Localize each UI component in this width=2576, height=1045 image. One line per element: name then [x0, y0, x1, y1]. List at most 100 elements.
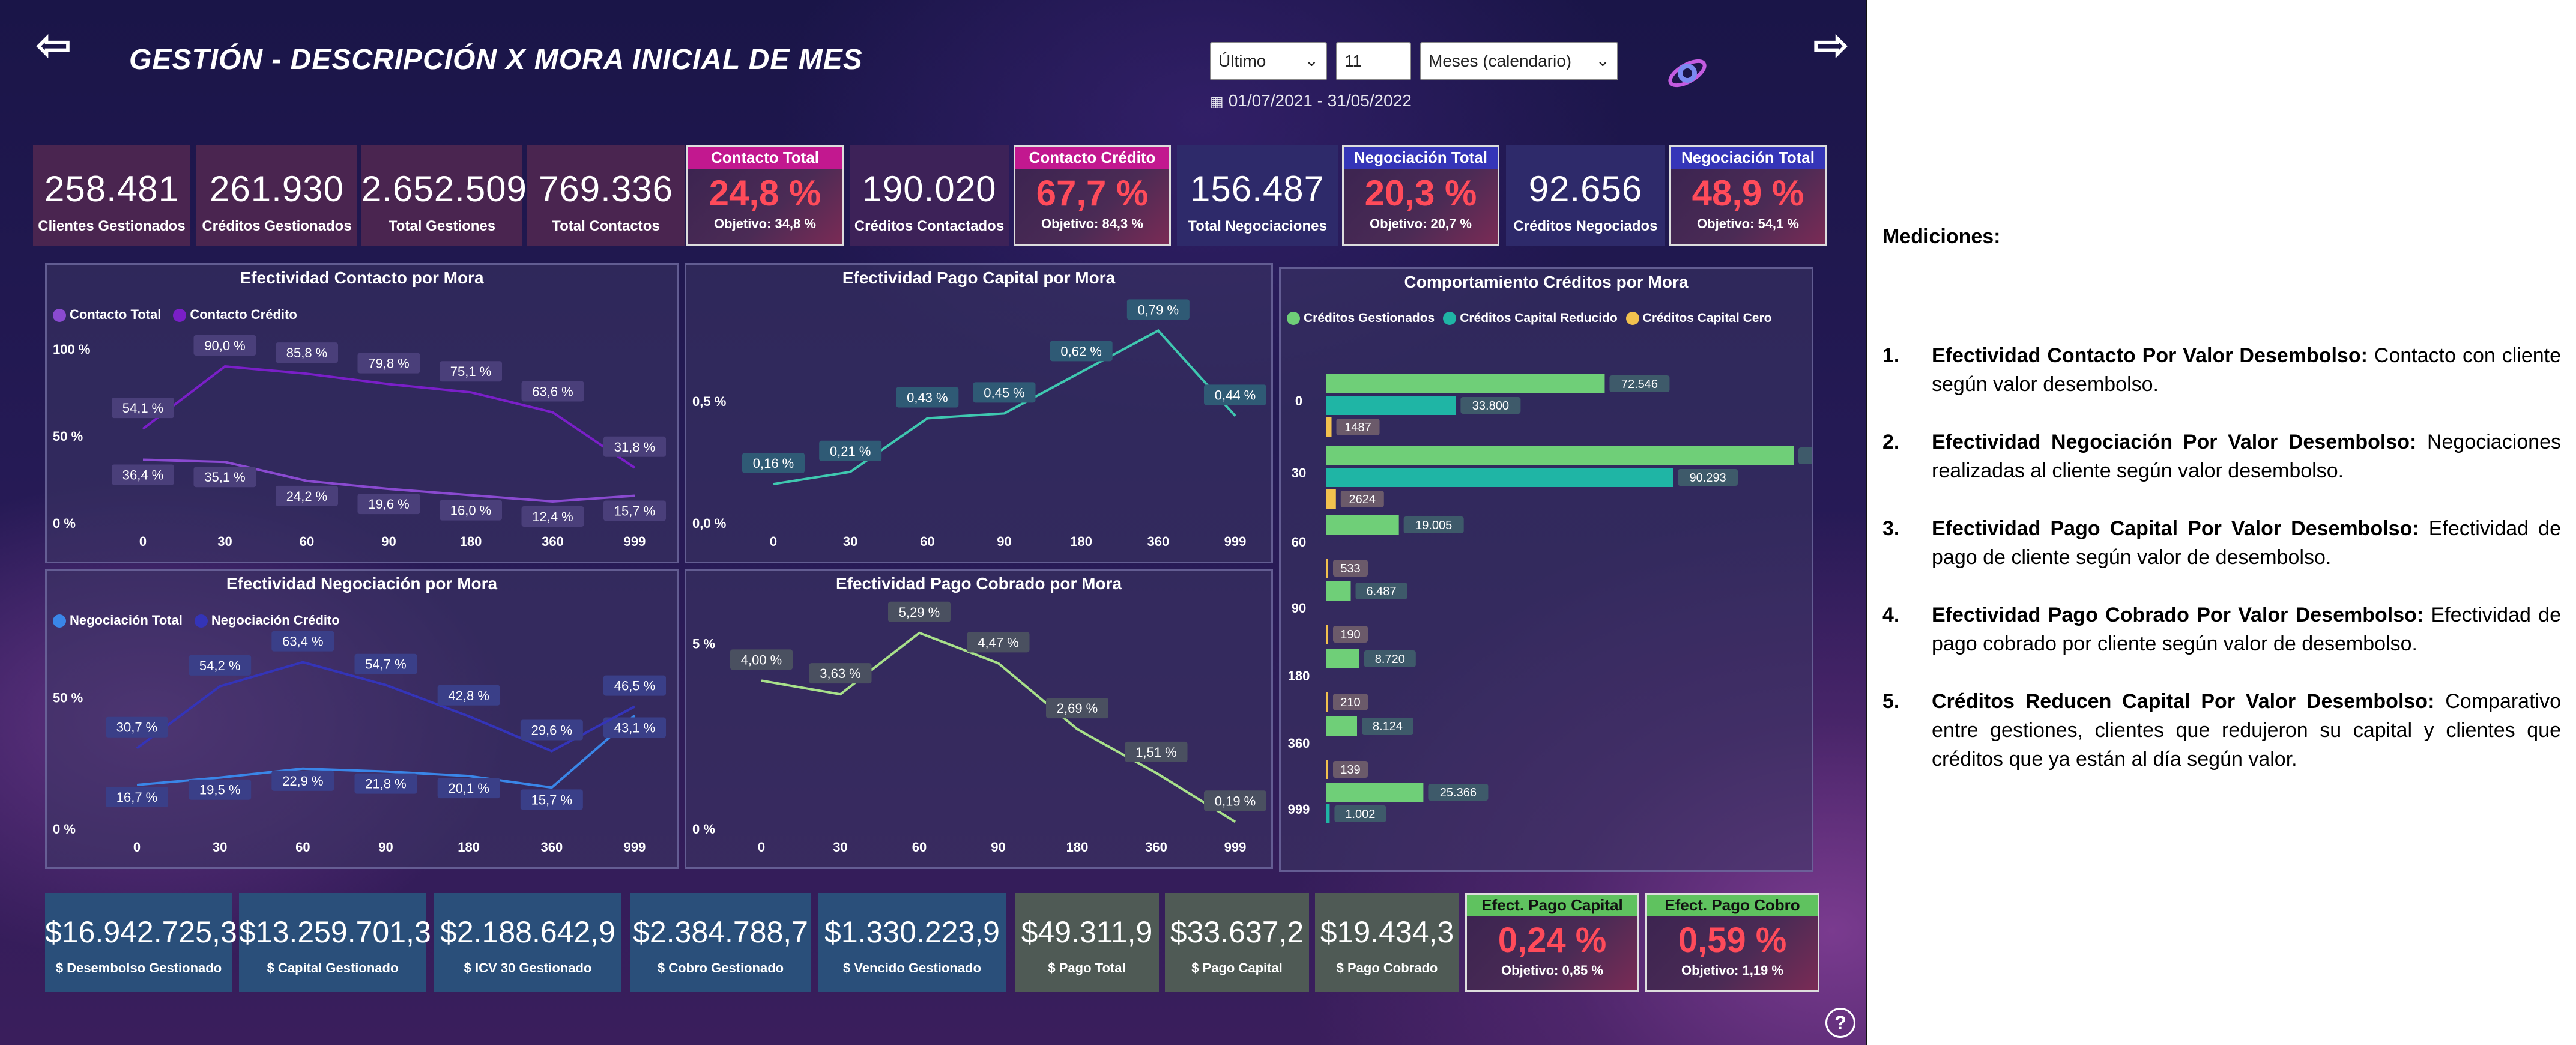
y-tick-label: 90	[1292, 601, 1306, 616]
period-count-input[interactable]: 11	[1336, 42, 1411, 80]
x-tick-label: 0	[758, 840, 765, 855]
data-label: 72.546	[1621, 378, 1658, 391]
goal-kpi-card: Negociación Total 48,9 % Objetivo: 54,1 %	[1669, 145, 1827, 246]
kpi-value: 190.020	[862, 169, 997, 209]
bar[interactable]	[1326, 581, 1351, 601]
note-item: 5. Créditos Reducen Capital Por Valor Des…	[1882, 687, 2561, 774]
y-tick-label: 180	[1288, 668, 1310, 683]
unit-dropdown-value: Meses (calendario)	[1429, 52, 1572, 70]
forward-arrow-icon[interactable]: ⇨	[1813, 24, 1849, 66]
amount-kpi-card: $1.330.223,9 $ Vencido Gestionado	[818, 893, 1006, 992]
goal-kpi-card: Contacto Total 24,8 % Objetivo: 34,8 %	[686, 145, 844, 246]
goal-kpi-header: Negociación Total	[1671, 147, 1825, 169]
x-tick-label: 90	[378, 840, 393, 855]
kpi-card: 156.487 Total Negociaciones	[1177, 145, 1338, 246]
bar[interactable]	[1326, 396, 1456, 415]
data-label: 6.487	[1366, 585, 1396, 598]
data-label: 16,0 %	[450, 503, 492, 518]
bar[interactable]	[1326, 804, 1330, 823]
bar[interactable]	[1326, 692, 1328, 712]
y-tick-label: 0 %	[53, 516, 76, 531]
dashboard: ⇦ ⇨ GESTIÓN - DESCRIPCIÓN X MORA INICIAL…	[0, 0, 1867, 1045]
x-tick-label: 360	[1147, 534, 1169, 549]
data-label: 31,8 %	[614, 440, 656, 455]
x-tick-label: 90	[991, 840, 1005, 855]
kpi-card: 261.930 Créditos Gestionados	[196, 145, 357, 246]
note-text: Efectividad Pago Capital Por Valor Desem…	[1932, 514, 2561, 572]
goal-kpi-header: Efect. Pago Cobro	[1647, 895, 1818, 916]
data-label: 1487	[1344, 421, 1371, 434]
data-label: 33.800	[1472, 399, 1509, 413]
data-label: 54,7 %	[365, 657, 407, 672]
amount-kpi-label: $ Vencido Gestionado	[843, 960, 981, 975]
amount-kpi-value: $16.942.725,3	[45, 915, 237, 949]
y-tick-label: 999	[1288, 802, 1310, 817]
help-icon[interactable]: ?	[1825, 1008, 1855, 1038]
series-line	[761, 631, 1236, 823]
data-label: 0,79 %	[1138, 302, 1179, 317]
kpi-value: 258.481	[44, 169, 179, 209]
bar[interactable]	[1326, 559, 1328, 578]
y-tick-label: 50 %	[53, 429, 83, 444]
x-tick-label: 30	[833, 840, 847, 855]
bar[interactable]	[1326, 489, 1336, 509]
bar[interactable]	[1326, 716, 1358, 736]
note-item: 4. Efectividad Pago Cobrado Por Valor Des…	[1882, 601, 2561, 658]
bar[interactable]	[1326, 515, 1399, 535]
bar[interactable]	[1326, 783, 1424, 802]
goal-kpi-value: 67,7 %	[1036, 173, 1149, 213]
amount-kpi-value: $33.637,2	[1170, 915, 1304, 949]
back-arrow-icon[interactable]: ⇦	[36, 24, 71, 66]
chart-svg: 50 % 0 % 0 30 60 90 180 360 999 16,7 % 19,5 % 22,9 …	[53, 631, 666, 855]
kpi-label: Total Negociaciones	[1188, 218, 1327, 234]
chart-contacto-panel: Efectividad Contacto por Mora Contacto To…	[45, 263, 679, 563]
goal-kpi-header: Contacto Total	[688, 147, 842, 169]
data-label: 24,2 %	[286, 489, 328, 504]
data-label: 22,9 %	[282, 774, 324, 789]
date-range: ▦ 01/07/2021 - 31/05/2022	[1210, 91, 1412, 111]
kpi-label: Créditos Negociados	[1513, 218, 1658, 234]
y-tick-label: 60	[1292, 535, 1306, 550]
x-tick-label: 360	[1145, 840, 1167, 855]
data-label: 20,1 %	[448, 781, 489, 796]
x-tick-label: 999	[624, 840, 646, 855]
data-label: 190	[1340, 628, 1360, 641]
bar[interactable]	[1326, 446, 1794, 465]
page-title: GESTIÓN - DESCRIPCIÓN X MORA INICIAL DE …	[129, 44, 863, 76]
bar[interactable]	[1326, 374, 1605, 393]
notes-heading: Mediciones:	[1882, 225, 2001, 248]
period-dropdown-value: Último	[1218, 52, 1266, 70]
data-label: 5,29 %	[899, 605, 940, 620]
x-tick-label: 999	[1224, 534, 1247, 549]
bar[interactable]	[1326, 760, 1328, 779]
bar[interactable]	[1326, 417, 1332, 437]
chart-pago-capital-panel: Efectividad Pago Capital por Mora 0,5 % 0,…	[685, 263, 1273, 563]
x-tick-label: 180	[1070, 534, 1092, 549]
unit-dropdown[interactable]: Meses (calendario) ⌄	[1420, 42, 1618, 80]
period-dropdown[interactable]: Último ⌄	[1210, 42, 1327, 80]
amount-kpi-card: $2.384.788,7 $ Cobro Gestionado	[630, 893, 811, 992]
note-text: Créditos Reducen Capital Por Valor Desem…	[1932, 687, 2561, 774]
bar[interactable]	[1326, 649, 1359, 668]
data-label: 63,4 %	[282, 634, 324, 649]
bar[interactable]	[1326, 468, 1673, 487]
goal-kpi-card: Negociación Total 20,3 % Objetivo: 20,7 %	[1342, 145, 1499, 246]
date-range-text: 01/07/2021 - 31/05/2022	[1228, 91, 1412, 110]
kpi-card: 190.020 Créditos Contactados	[850, 145, 1009, 246]
chevron-down-icon: ⌄	[1595, 51, 1610, 70]
note-number: 1.	[1882, 344, 1900, 367]
data-label: 25.366	[1440, 786, 1477, 799]
bar[interactable]	[1326, 625, 1328, 644]
goal-kpi-header: Negociación Total	[1344, 147, 1498, 169]
goal-kpi-objective: Objetivo: 84,3 %	[1041, 216, 1143, 231]
data-label: 79,8 %	[368, 356, 410, 371]
chart-negociacion-panel: Efectividad Negociación por Mora Negociac…	[45, 569, 679, 869]
kpi-card: 2.652.509 Total Gestiones	[361, 145, 527, 246]
note-number: 5.	[1882, 690, 1900, 713]
data-label: 0,44 %	[1215, 387, 1256, 402]
data-label: 30,7 %	[116, 720, 158, 735]
amount-kpi-value: $2.188.642,9	[440, 915, 615, 949]
kpi-card: 769.336 Total Contactos	[527, 145, 685, 246]
goal-kpi-objective: Objetivo: 34,8 %	[714, 216, 816, 231]
chevron-down-icon: ⌄	[1304, 51, 1319, 70]
